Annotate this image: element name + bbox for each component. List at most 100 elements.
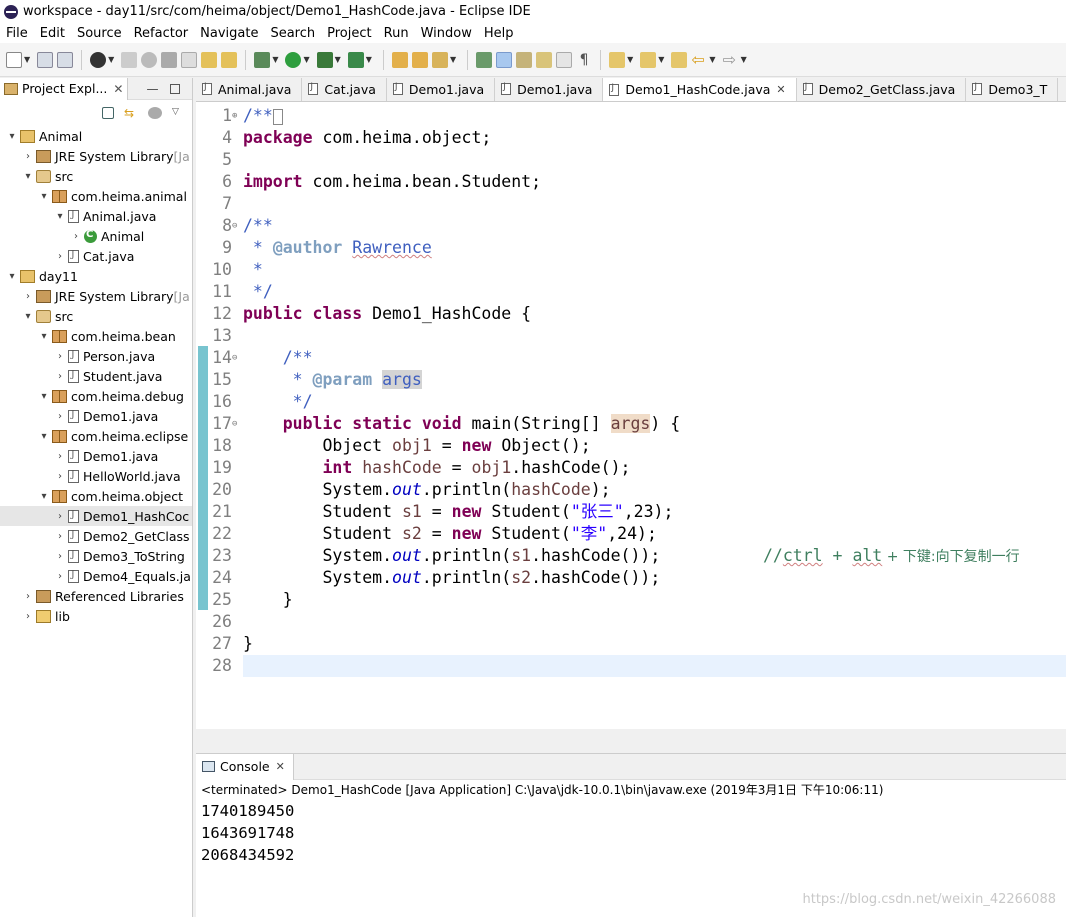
menu-window[interactable]: Window [415, 26, 478, 41]
close-icon[interactable]: ✕ [776, 83, 785, 96]
expanded-arrow-icon[interactable]: ▾ [38, 191, 50, 202]
menu-navigate[interactable]: Navigate [194, 26, 264, 41]
stop-icon[interactable] [161, 51, 178, 68]
collapsed-arrow-icon[interactable]: › [54, 551, 66, 562]
collapsed-arrow-icon[interactable]: › [54, 471, 66, 482]
editor-tab[interactable]: Demo1_HashCode.java ✕ [603, 78, 797, 101]
new-icon[interactable] [6, 51, 22, 68]
menu-source[interactable]: Source [71, 26, 128, 41]
tree-item[interactable]: › Demo1_HashCoc [0, 506, 192, 526]
menu-help[interactable]: Help [478, 26, 520, 41]
resume-icon[interactable] [141, 51, 158, 68]
tree-item[interactable]: › Demo3_ToString [0, 546, 192, 566]
forward-icon[interactable]: ⇨ [723, 51, 739, 68]
maximize-icon[interactable] [170, 83, 181, 94]
disconnect-icon[interactable] [181, 51, 198, 68]
dropdown-icon[interactable]: ▼ [741, 55, 747, 64]
mark-occurrences-icon[interactable] [496, 51, 513, 68]
dropdown-icon[interactable]: ▼ [272, 55, 278, 64]
tree-item[interactable]: ▾ Animal [0, 126, 192, 146]
menu-run[interactable]: Run [378, 26, 415, 41]
collapsed-arrow-icon[interactable]: › [54, 251, 66, 262]
tree-item[interactable]: ▾ src [0, 166, 192, 186]
collapsed-arrow-icon[interactable]: › [22, 611, 34, 622]
dropdown-icon[interactable]: ▼ [303, 55, 309, 64]
collapsed-arrow-icon[interactable]: › [54, 351, 66, 362]
close-icon[interactable]: ✕ [276, 760, 285, 773]
run-icon[interactable] [285, 51, 302, 68]
tree-item[interactable]: › lib [0, 606, 192, 626]
menu-refactor[interactable]: Refactor [128, 26, 195, 41]
bug-icon[interactable] [254, 51, 271, 68]
expanded-arrow-icon[interactable]: ▾ [6, 131, 18, 142]
filters-icon[interactable] [148, 107, 162, 119]
annotation-icon[interactable] [476, 51, 493, 68]
tree-item[interactable]: ▾ com.heima.bean [0, 326, 192, 346]
editor-tab[interactable]: Demo3_T [966, 78, 1059, 101]
console-output[interactable]: 1740189450 1643691748 2068434592 [196, 800, 1066, 866]
collapsed-arrow-icon[interactable]: › [54, 411, 66, 422]
tree-item[interactable]: ▾ src [0, 306, 192, 326]
menu-file[interactable]: File [0, 26, 34, 41]
view-menu-icon[interactable]: ▽ [172, 107, 182, 119]
menu-project[interactable]: Project [321, 26, 377, 41]
tree-item[interactable]: ▾ com.heima.debug [0, 386, 192, 406]
tree-item[interactable]: › Cat.java [0, 246, 192, 266]
collapsed-arrow-icon[interactable]: › [54, 531, 66, 542]
back-icon[interactable]: ⇦ [691, 51, 707, 68]
expanded-arrow-icon[interactable]: ▾ [38, 331, 50, 342]
collapsed-arrow-icon[interactable]: › [54, 451, 66, 462]
menu-edit[interactable]: Edit [34, 26, 71, 41]
expanded-arrow-icon[interactable]: ▾ [22, 171, 34, 182]
dropdown-icon[interactable]: ▼ [450, 55, 456, 64]
coverage-icon[interactable] [316, 51, 333, 68]
step-over-icon[interactable] [221, 51, 238, 68]
tree-item[interactable]: › Demo1.java [0, 406, 192, 426]
dropdown-icon[interactable]: ▼ [24, 55, 30, 64]
prev-annotation-icon[interactable] [640, 51, 657, 68]
tree-item[interactable]: › HelloWorld.java [0, 466, 192, 486]
pilcrow-icon[interactable]: ¶ [576, 52, 592, 68]
tree-item[interactable]: › JRE System Library [Ja [0, 286, 192, 306]
next-annotation-icon[interactable] [609, 51, 626, 68]
tree-item[interactable]: ▾ day11 [0, 266, 192, 286]
tree-item[interactable]: › Referenced Libraries [0, 586, 192, 606]
tree-item[interactable]: ▾ com.heima.eclipse [0, 426, 192, 446]
console-tab[interactable]: Console ✕ [196, 753, 294, 780]
expanded-arrow-icon[interactable]: ▾ [54, 211, 66, 222]
collapsed-arrow-icon[interactable]: › [22, 591, 34, 602]
external-tools-icon[interactable] [347, 51, 364, 68]
last-edit-icon[interactable] [671, 51, 688, 68]
skip-icon[interactable] [121, 51, 138, 68]
editor-tab[interactable]: Demo1.java [386, 78, 496, 101]
link-with-editor-icon[interactable]: ⇆ [124, 107, 138, 119]
open-type-icon[interactable] [411, 51, 428, 68]
collapsed-arrow-icon[interactable]: › [54, 511, 66, 522]
save-icon[interactable] [37, 51, 54, 68]
tree-item[interactable]: ▾ com.heima.animal [0, 186, 192, 206]
step-into-icon[interactable] [201, 51, 218, 68]
tree-item[interactable]: ▾ Animal.java [0, 206, 192, 226]
toggle-block-icon[interactable] [516, 51, 533, 68]
collapsed-arrow-icon[interactable]: › [70, 231, 82, 242]
tree-item[interactable]: › Student.java [0, 366, 192, 386]
dropdown-icon[interactable]: ▼ [658, 55, 664, 64]
collapsed-arrow-icon[interactable]: › [22, 151, 34, 162]
tree-item[interactable]: › Demo2_GetClass [0, 526, 192, 546]
dropdown-icon[interactable]: ▼ [627, 55, 633, 64]
new-package-icon[interactable] [391, 51, 408, 68]
tree-item[interactable]: › Person.java [0, 346, 192, 366]
collapsed-arrow-icon[interactable]: › [54, 571, 66, 582]
expanded-arrow-icon[interactable]: ▾ [38, 431, 50, 442]
whitespace-icon[interactable] [556, 51, 573, 68]
collapsed-arrow-icon[interactable]: › [54, 371, 66, 382]
collapse-all-icon[interactable] [102, 107, 114, 119]
expanded-arrow-icon[interactable]: ▾ [38, 391, 50, 402]
expanded-arrow-icon[interactable]: ▾ [22, 311, 34, 322]
close-icon[interactable]: ✕ [113, 82, 123, 96]
code-editor[interactable]: 1 ⊕/** 4 package com.heima.object; 5 6 impo… [196, 102, 1066, 729]
save-all-icon[interactable] [57, 51, 74, 68]
tree-item[interactable]: › JRE System Library [Ja [0, 146, 192, 166]
tree-item[interactable]: › Demo1.java [0, 446, 192, 466]
expanded-arrow-icon[interactable]: ▾ [6, 271, 18, 282]
